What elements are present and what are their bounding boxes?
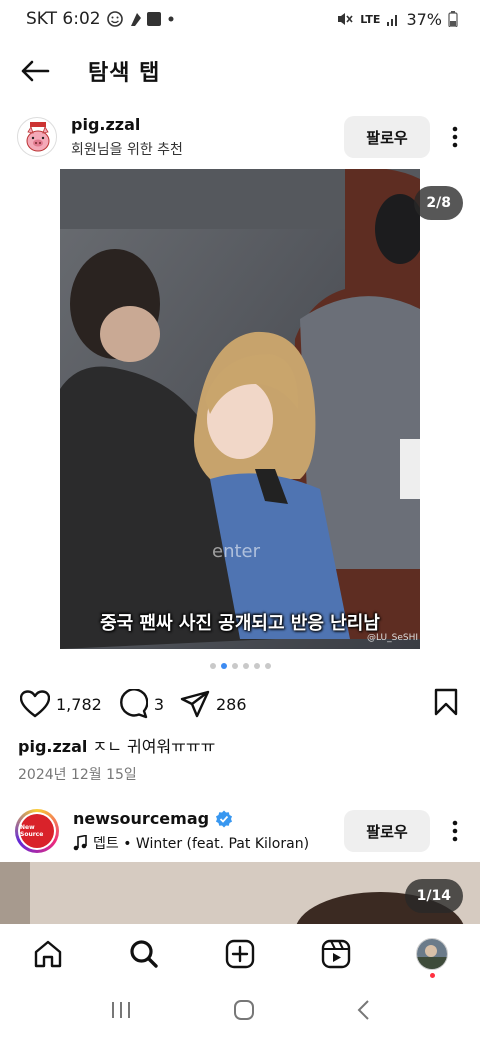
carousel-dots bbox=[0, 663, 480, 669]
more-vertical-icon bbox=[452, 126, 458, 148]
notification-dot bbox=[430, 973, 435, 978]
carousel-dot bbox=[264, 663, 271, 669]
create-icon bbox=[225, 939, 255, 969]
more-options-button[interactable] bbox=[430, 810, 480, 852]
tab-search[interactable] bbox=[114, 924, 174, 984]
caption-text: ㅈㄴ 귀여워ㅠㅠㅠ bbox=[92, 737, 216, 756]
post-caption: pig.zzal ㅈㄴ 귀여워ㅠㅠㅠ bbox=[18, 733, 215, 757]
post-actions: 1,782 3 286 bbox=[0, 682, 480, 726]
verified-badge-icon bbox=[216, 810, 233, 827]
more-vertical-icon bbox=[452, 820, 458, 842]
post-header-2: New Source newsourcemag 뎁트 • Winter (fea… bbox=[0, 800, 480, 862]
app-header: 탐색 탭 bbox=[0, 38, 480, 104]
follow-button[interactable]: 팔로우 bbox=[344, 116, 430, 158]
tab-create[interactable] bbox=[210, 924, 270, 984]
profile-avatar bbox=[416, 938, 448, 970]
carousel-dot bbox=[231, 663, 238, 669]
post-image[interactable]: enter 중국 팬싸 사진 공개되고 반응 난리남 @LU_SeSHI bbox=[60, 169, 420, 649]
carousel-dot bbox=[253, 663, 260, 669]
photo-logo-text: enter bbox=[212, 541, 261, 562]
battery-icon bbox=[448, 11, 458, 27]
battery-percent: 37% bbox=[406, 9, 442, 29]
comment-button[interactable]: 3 bbox=[118, 689, 164, 719]
carousel-dot bbox=[220, 663, 227, 669]
carousel-page-badge: 1/14 bbox=[404, 879, 463, 913]
like-count: 1,782 bbox=[56, 694, 102, 714]
recent-apps-button[interactable] bbox=[110, 1000, 132, 1024]
reels-icon bbox=[321, 939, 351, 969]
caption-username[interactable]: pig.zzal bbox=[18, 737, 87, 756]
recent-apps-icon bbox=[112, 1002, 131, 1018]
system-navigation-bar bbox=[0, 984, 480, 1040]
network-type: LTE bbox=[360, 12, 381, 26]
username[interactable]: pig.zzal bbox=[71, 115, 140, 134]
carrier-time: SKT 6:02 bbox=[26, 9, 101, 29]
carousel-dot bbox=[242, 663, 249, 669]
mute-icon bbox=[336, 11, 354, 27]
arrow-left-icon bbox=[21, 60, 50, 82]
chevron-left-icon bbox=[357, 1000, 369, 1020]
avatar[interactable]: New Source bbox=[15, 809, 59, 853]
send-icon bbox=[180, 690, 210, 718]
photo-illustration bbox=[60, 169, 420, 649]
post-date: 2024년 12월 15일 bbox=[18, 767, 137, 783]
tab-home[interactable] bbox=[18, 924, 78, 984]
page-title: 탐색 탭 bbox=[88, 61, 161, 86]
comment-count: 3 bbox=[153, 694, 164, 714]
heart-icon bbox=[20, 690, 50, 718]
share-count: 286 bbox=[216, 694, 247, 714]
music-track[interactable]: 뎁트 • Winter (feat. Pat Kiloran) bbox=[93, 833, 309, 853]
search-icon bbox=[130, 940, 158, 968]
carousel-dot bbox=[209, 663, 216, 669]
home-circle-icon bbox=[233, 1000, 254, 1020]
music-note-icon bbox=[73, 835, 87, 851]
recommendation-label: 회원님을 위한 추천 bbox=[71, 142, 183, 158]
more-options-button[interactable] bbox=[430, 116, 480, 158]
status-bar: SKT 6:02 LTE 37% bbox=[0, 0, 480, 38]
home-icon bbox=[34, 940, 62, 968]
back-system-button[interactable] bbox=[356, 999, 370, 1025]
back-button[interactable] bbox=[0, 38, 70, 104]
newsource-logo: New Source bbox=[20, 814, 54, 848]
comment-icon bbox=[119, 689, 148, 719]
tab-profile[interactable] bbox=[402, 924, 462, 984]
home-system-button[interactable] bbox=[233, 999, 255, 1025]
tab-reels[interactable] bbox=[306, 924, 366, 984]
image-watermark: @LU_SeSHI bbox=[366, 633, 418, 643]
share-button[interactable]: 286 bbox=[180, 690, 247, 718]
like-button[interactable]: 1,782 bbox=[20, 690, 102, 718]
image-overlay-caption: 중국 팬싸 사진 공개되고 반응 난리남 bbox=[100, 613, 380, 634]
post-header: pig.zzal 회원님을 위한 추천 팔로우 bbox=[0, 106, 480, 168]
avatar[interactable] bbox=[17, 117, 57, 157]
signal-icon bbox=[386, 12, 400, 26]
notification-icons bbox=[106, 10, 177, 28]
bottom-tab-bar bbox=[0, 924, 480, 984]
username[interactable]: newsourcemag bbox=[73, 809, 209, 828]
save-button[interactable] bbox=[434, 688, 458, 720]
carousel-page-badge: 2/8 bbox=[414, 186, 463, 220]
bookmark-icon bbox=[434, 688, 458, 716]
follow-button[interactable]: 팔로우 bbox=[344, 810, 430, 852]
pig-logo-icon bbox=[26, 122, 50, 152]
